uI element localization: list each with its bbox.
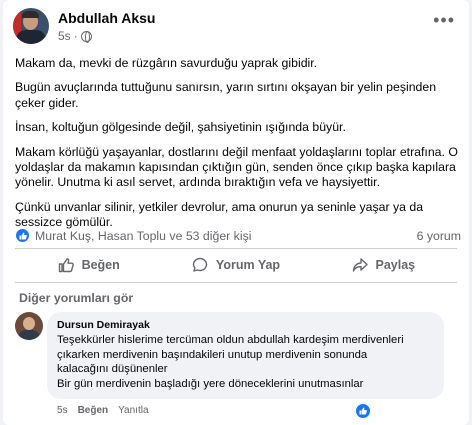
post-paragraph: İnsan, koltuğun gölgesinde değil, şahsiy…	[15, 120, 346, 135]
reaction-names[interactable]: Murat Kuş, Hasan Toplu ve 53 diğer kişi	[35, 229, 251, 243]
comment-time[interactable]: 5s	[57, 405, 68, 416]
comment-icon	[192, 257, 208, 272]
comment-line: Bir gün merdivenin başladığı yere dönece…	[57, 377, 364, 390]
like-button[interactable]: Beğen	[15, 250, 162, 280]
post-header: Abdullah Aksu 5s ·	[13, 8, 156, 48]
post-actions: Beğen Yorum Yap Paylaş	[15, 250, 457, 280]
comment-actions: 5s Beğen Yanıtla	[57, 405, 149, 416]
view-more-comments[interactable]: Diğer yorumları gör	[19, 291, 133, 305]
globe-icon	[80, 30, 92, 43]
commenter-avatar[interactable]	[15, 312, 43, 340]
comment-like-button[interactable]: Beğen	[78, 405, 109, 416]
share-button[interactable]: Paylaş	[310, 250, 457, 280]
more-options-icon[interactable]: •••	[433, 10, 455, 31]
post-time[interactable]: 5s	[58, 29, 71, 43]
post-paragraph: Çünkü unvanlar silinir, yetkiler devrolu…	[15, 199, 424, 230]
comment-like-reaction-icon[interactable]	[355, 403, 371, 419]
divider	[15, 248, 457, 249]
comment-text: Teşekkürler hislerime tercüman oldun abd…	[57, 333, 434, 391]
author-avatar[interactable]	[13, 8, 49, 44]
comment-button[interactable]: Yorum Yap	[162, 250, 309, 280]
post-card: Abdullah Aksu 5s · Makam da, mevki de rü…	[3, 0, 469, 425]
time-separator: ·	[73, 29, 78, 43]
like-reaction-icon[interactable]	[15, 228, 30, 243]
post-body: Makam da, mevki de rüzgârın savurduğu ya…	[15, 56, 465, 240]
comment-line: kalacağını düşünenler	[57, 363, 168, 376]
post-meta: Abdullah Aksu 5s ·	[58, 10, 156, 43]
post-paragraph: Makam körlüğü yaşayanlar, dostlarını değ…	[15, 144, 458, 190]
reactions-bar: Murat Kuş, Hasan Toplu ve 53 diğer kişi …	[15, 228, 461, 243]
comment-count[interactable]: 6 yorum	[417, 229, 461, 243]
like-icon	[58, 258, 74, 273]
post-paragraph: Makam da, mevki de rüzgârın savurduğu ya…	[15, 56, 318, 70]
divider	[15, 282, 457, 283]
comment-button-label: Yorum Yap	[215, 258, 281, 272]
comment-author[interactable]: Dursun Demirayak	[57, 319, 434, 331]
comment-bubble: Dursun Demirayak Teşekkürler hislerime t…	[47, 312, 444, 400]
comment-line: Teşekkürler hislerime tercüman oldun abd…	[57, 334, 404, 346]
comment-line: çıkarken merdivenin başındakileri unutup…	[57, 348, 368, 361]
post-paragraph: Bugün avuçlarında tuttuğunu sanırsın, ya…	[15, 80, 437, 110]
comment-reply-button[interactable]: Yanıtla	[118, 405, 148, 416]
post-time-row: 5s ·	[58, 29, 156, 43]
share-icon	[352, 258, 368, 272]
author-name[interactable]: Abdullah Aksu	[58, 10, 156, 26]
like-button-label: Beğen	[81, 258, 120, 272]
share-button-label: Paylaş	[375, 258, 416, 272]
